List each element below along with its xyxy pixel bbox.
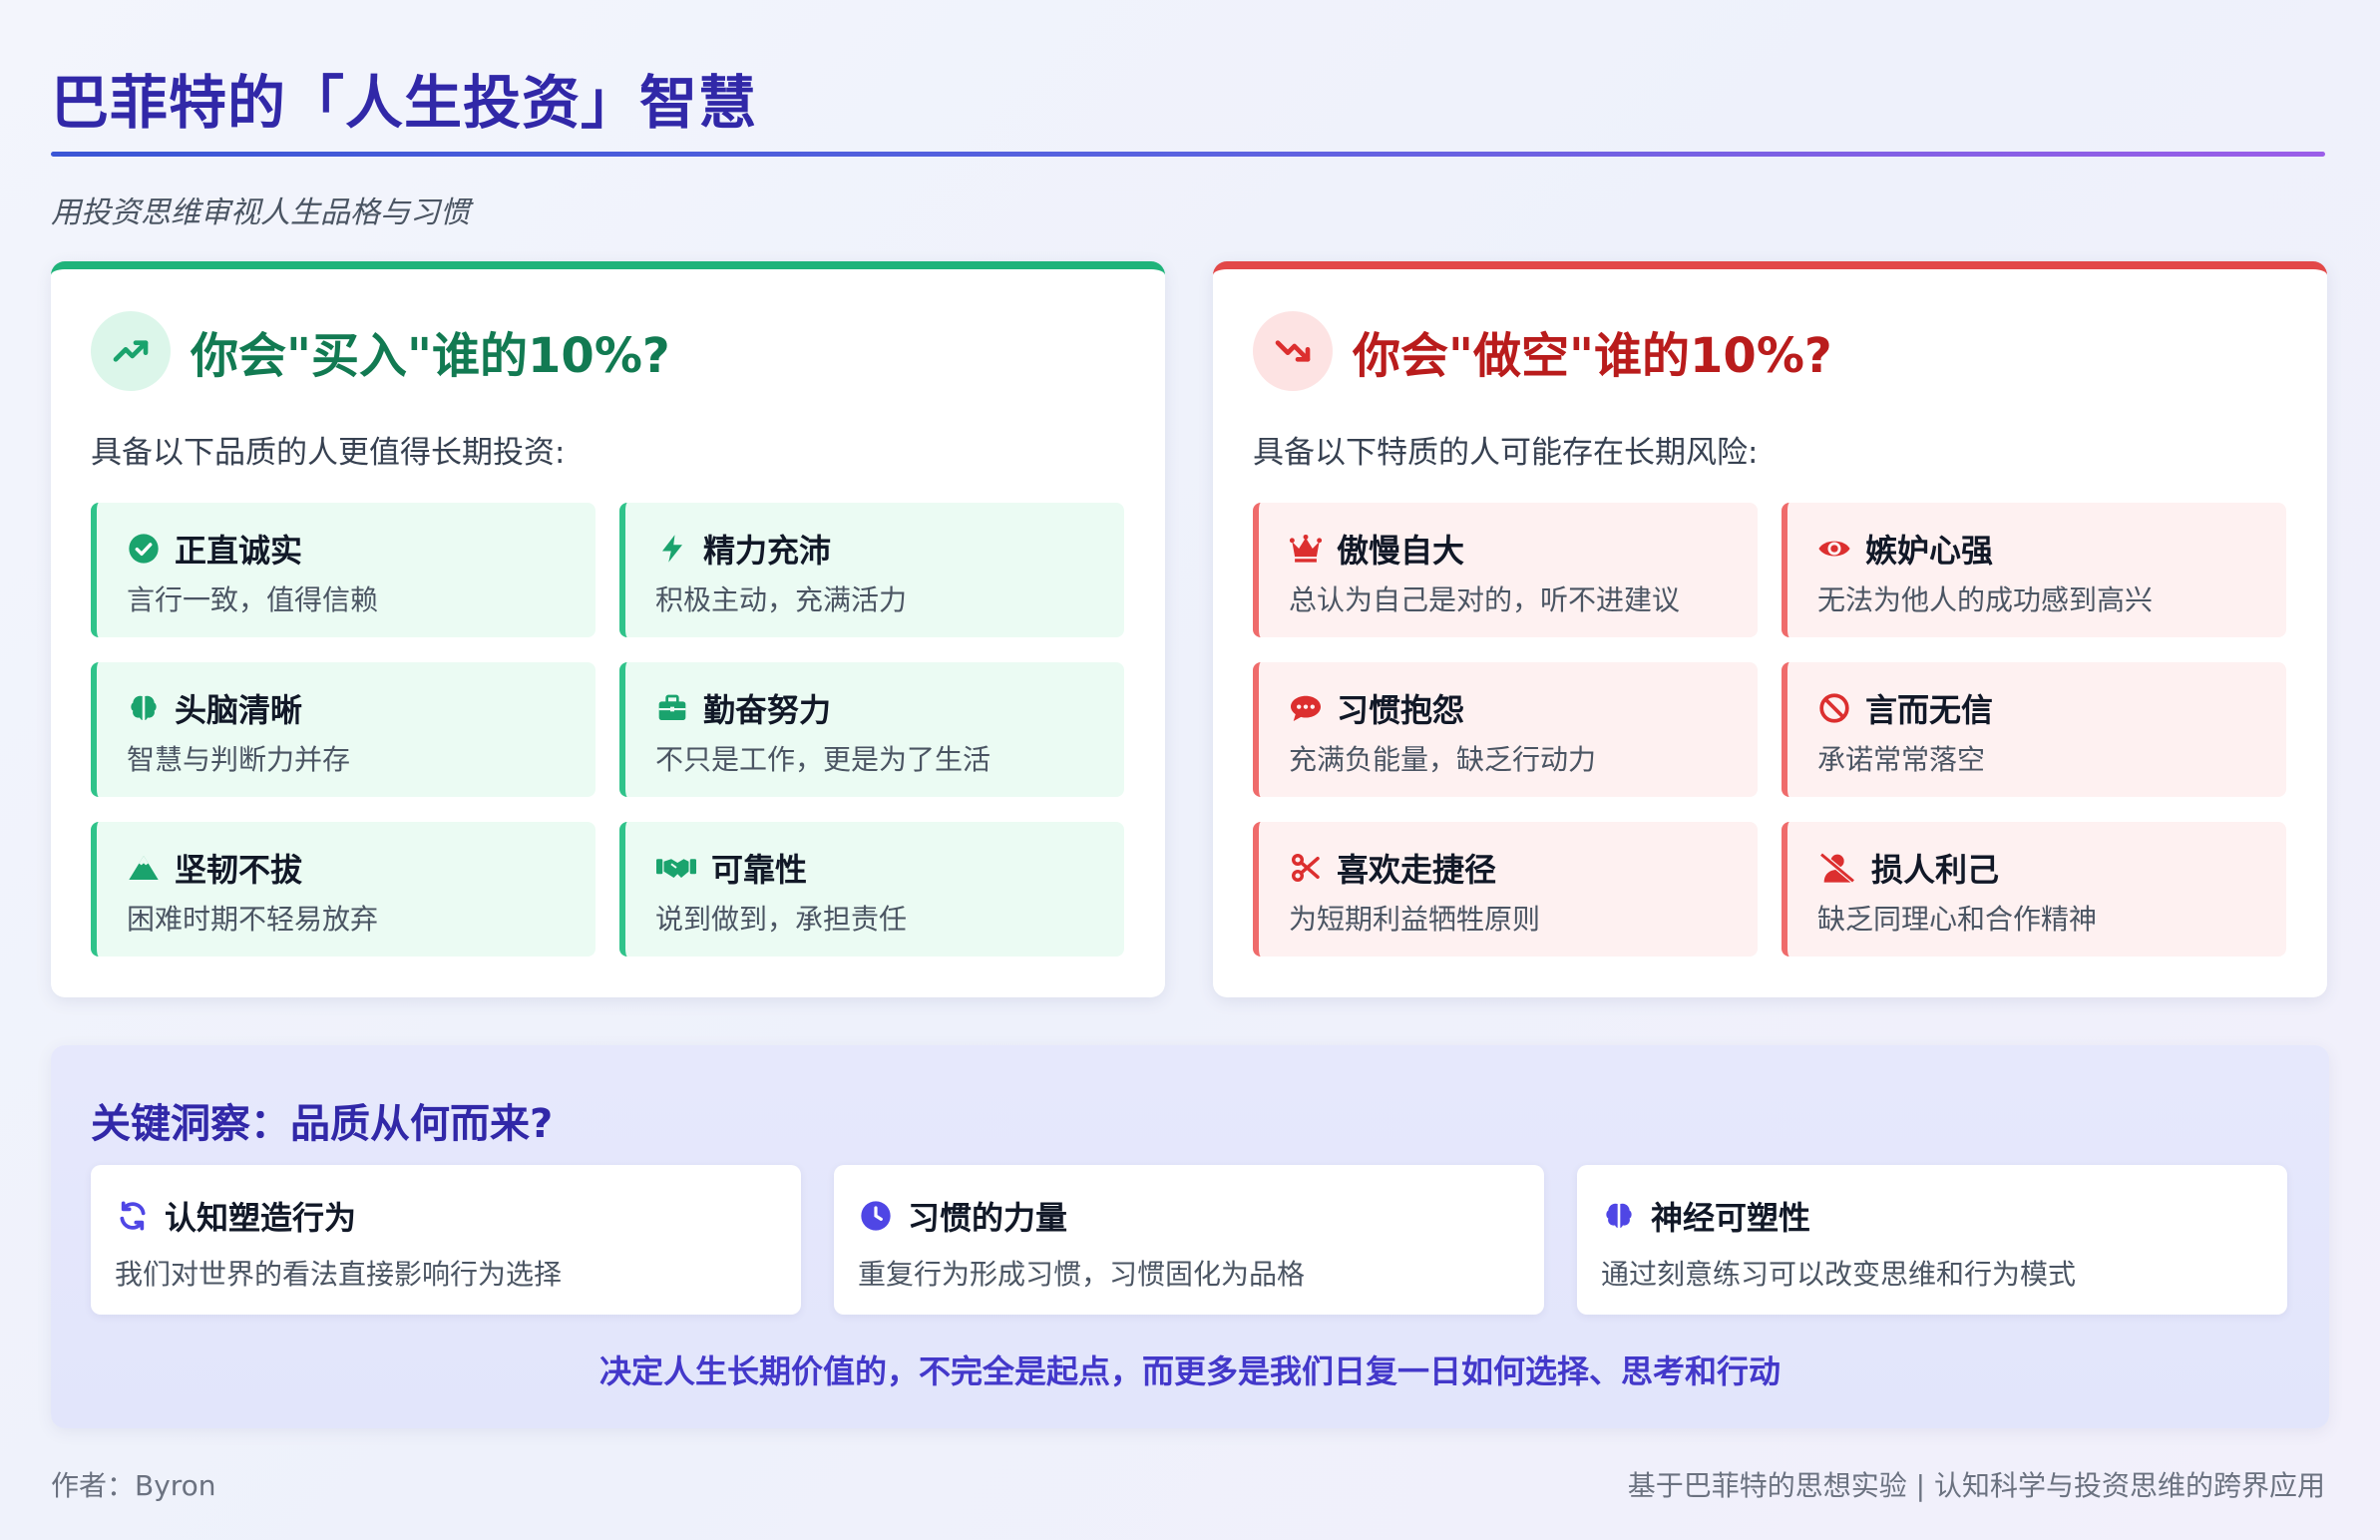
- brain-icon: [1601, 1198, 1637, 1234]
- short-panel-header: 你会"做空"谁的10%?: [1253, 311, 1832, 391]
- trait-desc: 困难时期不轻易放弃: [127, 903, 379, 936]
- ban-icon: [1817, 691, 1851, 725]
- user-slash-icon: [1817, 851, 1857, 885]
- insight-card-desc: 重复行为形成习惯，习惯固化为品格: [858, 1258, 1306, 1291]
- insight-card-name: 习惯的力量: [908, 1199, 1068, 1237]
- insight-card: 认知塑造行为 我们对世界的看法直接影响行为选择: [91, 1165, 801, 1315]
- trait-card: 头脑清晰 智慧与判断力并存: [91, 662, 595, 797]
- crown-icon: [1289, 532, 1323, 566]
- trait-name: 坚韧不拔: [175, 851, 303, 889]
- insight-section: 关键洞察：品质从何而来? 认知塑造行为 我们对世界的看法直接影响行为选择 习惯的…: [51, 1045, 2329, 1428]
- trait-name: 言而无信: [1865, 691, 1994, 729]
- trait-card: 损人利己 缺乏同理心和合作精神: [1782, 822, 2286, 957]
- trait-card: 可靠性 说到做到，承担责任: [619, 822, 1124, 957]
- trait-name: 可靠性: [711, 851, 808, 889]
- bolt-icon: [655, 532, 689, 566]
- trait-desc: 缺乏同理心和合作精神: [1817, 903, 2098, 936]
- trait-name: 损人利己: [1871, 851, 2000, 889]
- trait-card: 嫉妒心强 无法为他人的成功感到高兴: [1782, 503, 2286, 637]
- buy-panel-title: 你会"买入"谁的10%?: [191, 328, 670, 384]
- trait-name: 习惯抱怨: [1337, 691, 1465, 729]
- check-circle-icon: [127, 532, 161, 566]
- clock-icon: [858, 1198, 894, 1234]
- trait-name: 傲慢自大: [1337, 532, 1465, 570]
- trait-desc: 总认为自己是对的，听不进建议: [1289, 583, 1681, 616]
- trait-desc: 为短期利益牺牲原则: [1289, 903, 1541, 936]
- trait-desc: 不只是工作，更是为了生活: [655, 743, 992, 776]
- trait-card: 精力充沛 积极主动，充满活力: [619, 503, 1124, 637]
- trait-name: 正直诚实: [175, 532, 303, 570]
- insight-card-desc: 我们对世界的看法直接影响行为选择: [115, 1258, 563, 1291]
- brain-icon: [127, 691, 161, 725]
- trait-desc: 智慧与判断力并存: [127, 743, 351, 776]
- trait-name: 头脑清晰: [175, 691, 303, 729]
- title-divider: [51, 152, 2325, 157]
- trait-desc: 积极主动，充满活力: [655, 583, 908, 616]
- insight-title: 关键洞察：品质从何而来?: [91, 1101, 554, 1147]
- buy-panel-intro: 具备以下品质的人更值得长期投资:: [91, 435, 566, 471]
- buy-panel-header: 你会"买入"谁的10%?: [91, 311, 670, 391]
- trait-desc: 无法为他人的成功感到高兴: [1817, 583, 2154, 616]
- short-panel: 你会"做空"谁的10%? 具备以下特质的人可能存在长期风险: 傲慢自大 总认为自…: [1213, 261, 2327, 997]
- trait-name: 嫉妒心强: [1865, 532, 1994, 570]
- page-subtitle: 用投资思维审视人生品格与习惯: [51, 195, 470, 230]
- insight-conclusion: 决定人生长期价值的，不完全是起点，而更多是我们日复一日如何选择、思考和行动: [598, 1352, 1781, 1390]
- short-panel-intro: 具备以下特质的人可能存在长期风险:: [1253, 435, 1759, 471]
- handshake-icon: [655, 851, 697, 885]
- page: 巴菲特的「人生投资」智慧 用投资思维审视人生品格与习惯 你会"买入"谁的10%?…: [51, 0, 2329, 1540]
- trait-name: 喜欢走捷径: [1337, 851, 1497, 889]
- trait-card: 傲慢自大 总认为自己是对的，听不进建议: [1253, 503, 1758, 637]
- buy-panel: 你会"买入"谁的10%? 具备以下品质的人更值得长期投资: 正直诚实 言行一致，…: [51, 261, 1165, 997]
- trait-desc: 充满负能量，缺乏行动力: [1289, 743, 1597, 776]
- insight-card-name: 神经可塑性: [1651, 1199, 1811, 1237]
- trait-desc: 说到做到，承担责任: [655, 903, 908, 936]
- insight-card: 习惯的力量 重复行为形成习惯，习惯固化为品格: [834, 1165, 1544, 1315]
- trait-card: 习惯抱怨 充满负能量，缺乏行动力: [1253, 662, 1758, 797]
- trait-card: 坚韧不拔 困难时期不轻易放弃: [91, 822, 595, 957]
- comment-dots-icon: [1289, 691, 1323, 725]
- trait-desc: 言行一致，值得信赖: [127, 583, 379, 616]
- trait-card: 勤奋努力 不只是工作，更是为了生活: [619, 662, 1124, 797]
- short-panel-title: 你会"做空"谁的10%?: [1353, 328, 1832, 384]
- trending-up-icon: [91, 311, 171, 391]
- trait-card: 喜欢走捷径 为短期利益牺牲原则: [1253, 822, 1758, 957]
- scissors-icon: [1289, 851, 1323, 885]
- footer-author: 作者：Byron: [51, 1469, 216, 1502]
- sync-icon: [115, 1198, 151, 1234]
- trending-down-icon: [1253, 311, 1333, 391]
- insight-card-desc: 通过刻意练习可以改变思维和行为模式: [1601, 1258, 2077, 1291]
- trait-name: 精力充沛: [703, 532, 832, 570]
- insight-card-name: 认知塑造行为: [165, 1199, 357, 1237]
- trait-card: 言而无信 承诺常常落空: [1782, 662, 2286, 797]
- page-title: 巴菲特的「人生投资」智慧: [51, 69, 758, 137]
- insight-card: 神经可塑性 通过刻意练习可以改变思维和行为模式: [1577, 1165, 2287, 1315]
- footer-source: 基于巴菲特的思想实验 | 认知科学与投资思维的跨界应用: [1627, 1469, 2325, 1502]
- briefcase-icon: [655, 691, 689, 725]
- trait-name: 勤奋努力: [703, 691, 832, 729]
- trait-desc: 承诺常常落空: [1817, 743, 1986, 776]
- trait-card: 正直诚实 言行一致，值得信赖: [91, 503, 595, 637]
- mountain-icon: [127, 851, 161, 885]
- eye-icon: [1817, 532, 1851, 566]
